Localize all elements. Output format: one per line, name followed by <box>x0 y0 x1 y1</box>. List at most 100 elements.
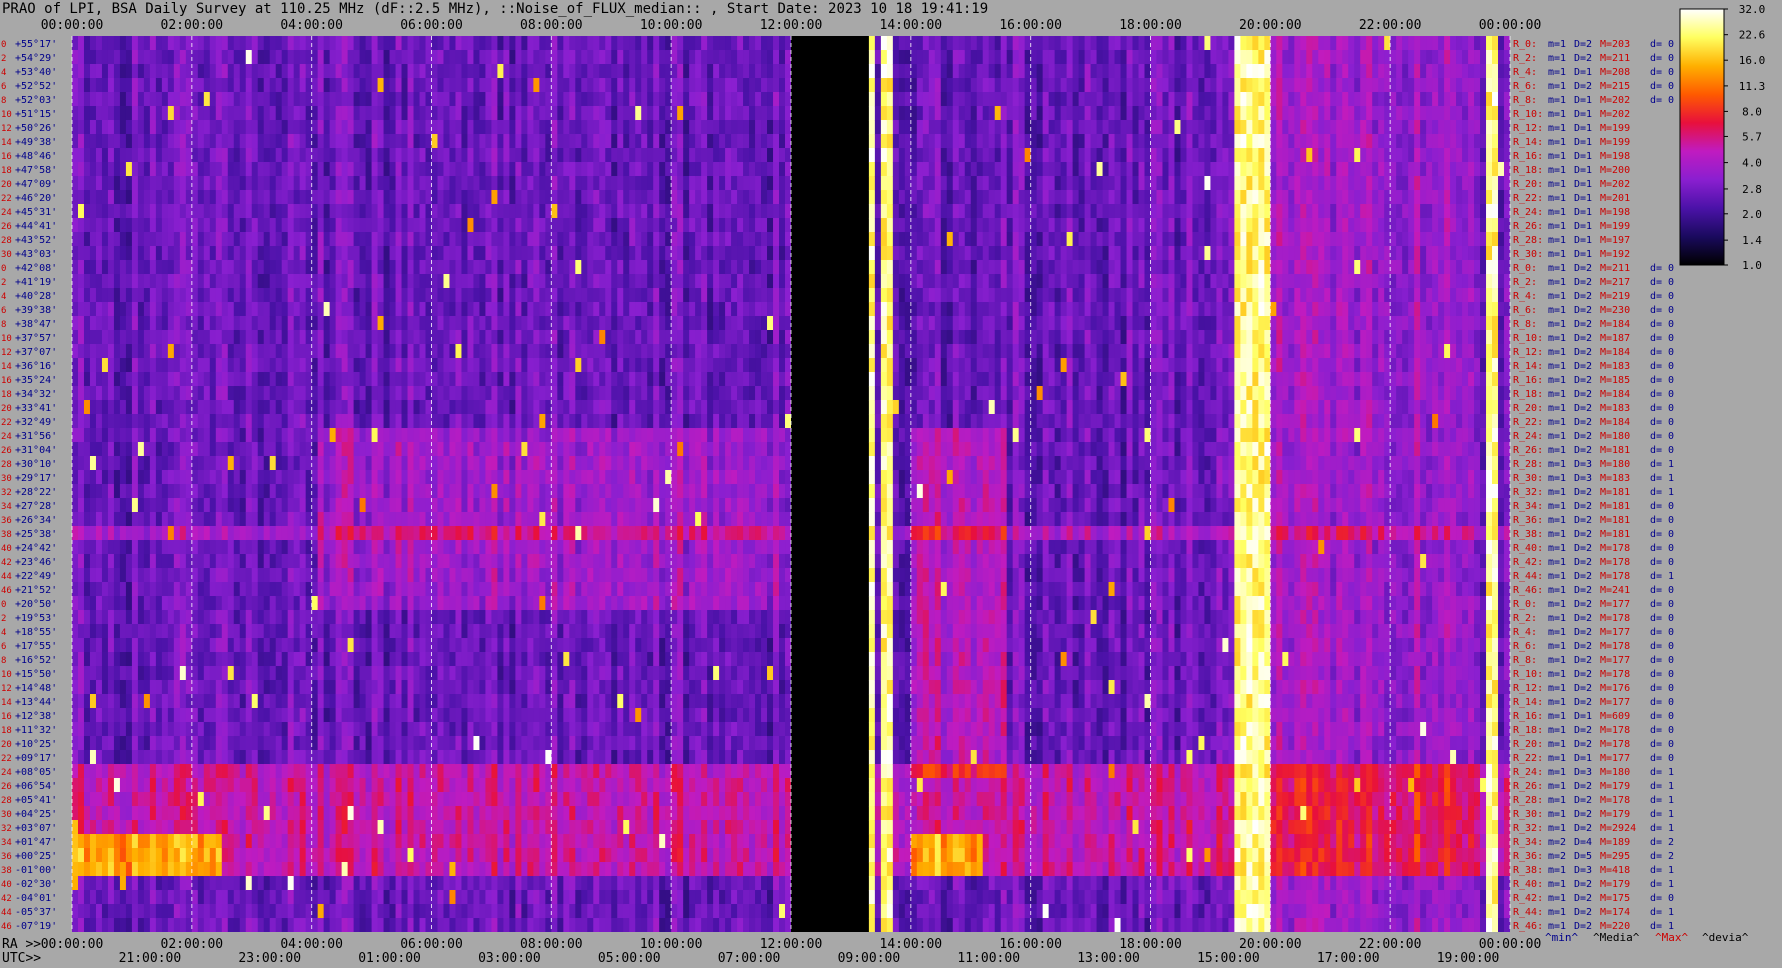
heatmap-cell <box>497 526 504 541</box>
heatmap-cell <box>293 904 301 919</box>
heatmap-cell <box>221 36 229 51</box>
heatmap-cell <box>503 554 510 569</box>
heatmap-cell <box>383 36 390 51</box>
heatmap-cell <box>161 428 169 443</box>
heatmap-cell <box>83 624 91 639</box>
heatmap-cell <box>281 750 289 765</box>
heatmap-cell <box>101 176 109 191</box>
heatmap-cell <box>72 36 79 51</box>
heatmap-cell <box>383 526 390 541</box>
heatmap-cell <box>293 50 301 65</box>
heatmap-cell <box>473 456 480 471</box>
heatmap-cell <box>329 610 337 625</box>
heatmap-cell <box>263 876 271 891</box>
heatmap-cell <box>419 120 426 135</box>
heatmap-cell <box>161 288 169 303</box>
heatmap-cell <box>341 428 349 443</box>
heatmap-cell <box>461 778 468 793</box>
heatmap-cell <box>287 316 295 331</box>
heatmap-cell <box>287 820 295 835</box>
heatmap-cell <box>401 78 408 93</box>
heatmap-cell <box>467 512 474 527</box>
heatmap-cell <box>467 274 474 289</box>
heatmap-cell <box>293 64 301 79</box>
heatmap-cell <box>401 848 408 863</box>
heatmap-cell <box>227 876 235 891</box>
heatmap-cell <box>461 568 468 583</box>
heatmap-cell <box>521 442 528 457</box>
heatmap-cell <box>173 904 181 919</box>
heatmap-cell <box>275 638 283 653</box>
heatmap-cell <box>245 904 253 919</box>
heatmap-cell <box>179 456 187 471</box>
heatmap-cell <box>443 456 450 471</box>
heatmap-cell <box>335 862 343 877</box>
heatmap-cell <box>353 162 360 177</box>
heatmap-cell <box>125 358 133 373</box>
heatmap-cell <box>299 50 307 65</box>
heatmap-cell <box>305 638 313 653</box>
heatmap-cell <box>515 750 522 765</box>
heatmap-cell <box>335 512 343 527</box>
heatmap-cell <box>353 358 360 373</box>
heatmap-cell <box>485 274 492 289</box>
heatmap-cell <box>509 414 516 429</box>
heatmap-cell <box>107 890 115 905</box>
heatmap-cell <box>72 148 79 163</box>
heatmap-cell <box>347 106 355 121</box>
heatmap-cell <box>317 764 325 779</box>
heatmap-cell <box>383 302 390 317</box>
heatmap-cell <box>107 176 115 191</box>
heatmap-cell <box>347 330 355 345</box>
heatmap-cell <box>425 708 432 723</box>
heatmap-cell <box>467 64 474 79</box>
heatmap-cell <box>461 708 468 723</box>
heatmap-cell <box>209 568 217 583</box>
heatmap-cell <box>383 288 390 303</box>
heatmap-cell <box>461 498 468 513</box>
heatmap-cell <box>515 554 522 569</box>
heatmap-cell <box>287 666 295 681</box>
heatmap-cell <box>323 764 331 779</box>
heatmap-cell <box>185 148 193 163</box>
heatmap-cell <box>299 624 307 639</box>
heatmap-cell <box>269 232 277 247</box>
heatmap-cell <box>329 148 337 163</box>
heatmap-cell <box>299 484 307 499</box>
heatmap-cell <box>377 666 384 681</box>
heatmap-cell <box>89 652 97 667</box>
heatmap-cell <box>293 36 301 51</box>
heatmap-cell <box>437 134 444 149</box>
heatmap-cell <box>203 344 211 359</box>
heatmap-cell <box>401 148 408 163</box>
heatmap-cell <box>209 78 217 93</box>
heatmap-cell <box>89 120 97 135</box>
heatmap-cell <box>305 204 313 219</box>
heatmap-cell <box>143 890 151 905</box>
heatmap-cell <box>527 554 534 569</box>
heatmap-cell <box>413 652 420 667</box>
heatmap-cell <box>401 778 408 793</box>
heatmap-cell <box>77 302 85 317</box>
heatmap-cell <box>149 204 157 219</box>
heatmap-cell <box>137 708 145 723</box>
heatmap-cell <box>131 652 139 667</box>
heatmap-cell <box>335 106 343 121</box>
heatmap-cell <box>437 722 444 737</box>
heatmap-cell <box>371 246 378 261</box>
heatmap-cell <box>371 820 378 835</box>
heatmap-cell <box>191 806 199 821</box>
heatmap-cell <box>395 680 402 695</box>
heatmap-cell <box>455 680 462 695</box>
heatmap-cell <box>413 624 420 639</box>
heatmap-cell <box>491 232 498 247</box>
heatmap-cell <box>485 624 492 639</box>
heatmap-cell <box>311 274 319 289</box>
heatmap-cell <box>509 568 516 583</box>
heatmap-cell <box>305 316 313 331</box>
heatmap-cell <box>341 652 349 667</box>
heatmap-cell <box>341 316 349 331</box>
heatmap-cell <box>455 862 462 877</box>
heatmap-cell <box>197 400 205 415</box>
heatmap-cell <box>437 624 444 639</box>
